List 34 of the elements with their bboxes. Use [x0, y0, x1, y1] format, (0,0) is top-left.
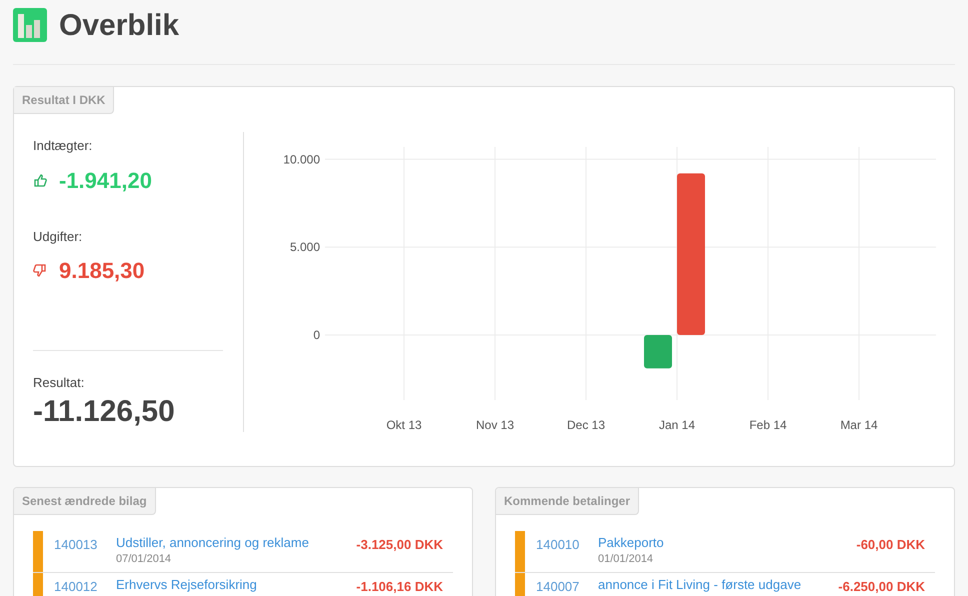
income-label: Indtægter: [33, 137, 94, 155]
voucher-number[interactable]: 140007 [536, 572, 598, 596]
bar-chart-logo-icon [13, 8, 47, 42]
y-tick-label: 0 [313, 328, 320, 342]
y-tick-label: 5.000 [290, 240, 320, 254]
x-tick-label: Jan 14 [658, 418, 696, 432]
voucher-title[interactable]: Udstiller, annoncering og reklame [116, 535, 356, 551]
page-title: Overblik [59, 8, 180, 44]
x-tick-label: Nov 13 [476, 418, 514, 432]
income-value: -1.941,20 [59, 166, 152, 194]
voucher-title[interactable]: Erhvervs Rejseforsikring [116, 576, 356, 592]
result-value: -11.126,50 [33, 394, 176, 430]
voucher-number[interactable]: 140012 [54, 572, 116, 596]
voucher-title[interactable]: annonce i Fit Living - første udgave [598, 576, 838, 592]
y-tick-label: 10.000 [283, 152, 320, 166]
voucher-date: 07/01/2014 [116, 552, 172, 567]
x-tick-label: Mar 14 [840, 418, 878, 432]
x-tick-label: Dec 13 [566, 418, 606, 432]
x-tick-label: Feb 14 [749, 418, 787, 432]
voucher-amount: -1.106,16 DKK [356, 578, 444, 596]
voucher-amount: -60,00 DKK [856, 536, 926, 554]
bar [644, 335, 672, 368]
voucher-title[interactable]: Pakkeporto [598, 535, 856, 551]
voucher-date: 01/01/2014 [598, 552, 654, 567]
thumbs-up-icon [33, 173, 47, 187]
voucher-amount: -3.125,00 DKK [356, 536, 444, 554]
voucher-amount: -6.250,00 DKK [838, 578, 926, 596]
thumbs-down-icon [33, 264, 47, 278]
voucher-number[interactable]: 140010 [536, 531, 598, 554]
voucher-number[interactable]: 140013 [54, 531, 116, 554]
expenses-label: Udgifter: [33, 228, 84, 246]
x-tick-label: Okt 13 [386, 418, 422, 432]
result-label: Resultat: [33, 374, 86, 392]
expenses-value: 9.185,30 [59, 257, 145, 285]
